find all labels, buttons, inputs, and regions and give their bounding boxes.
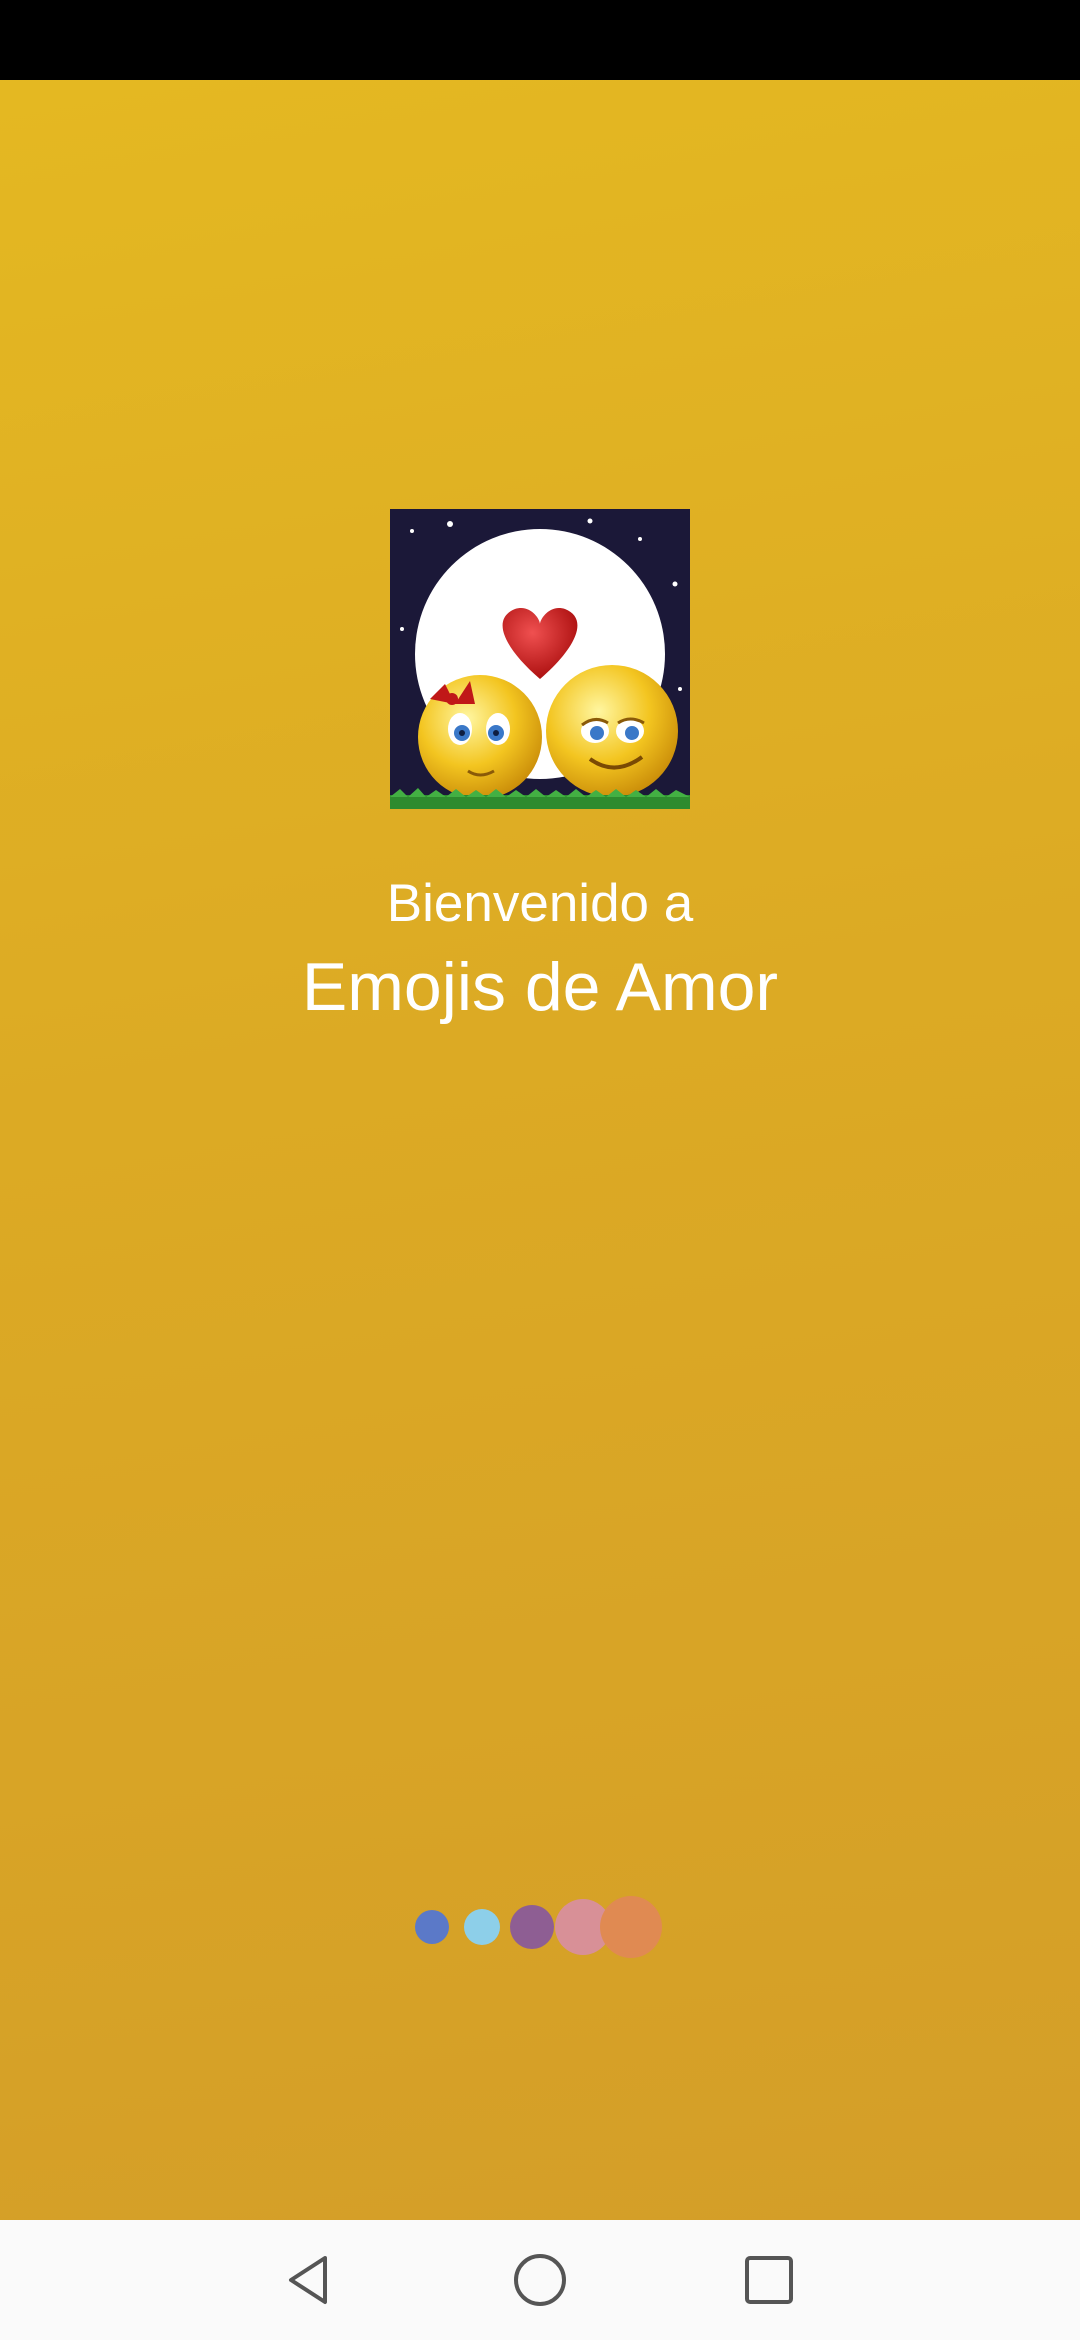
app-name-title: Emojis de Amor: [301, 949, 779, 1025]
splash-screen: Bienvenido a Emojis de Amor: [0, 80, 1080, 2220]
loading-dot-3: [510, 1905, 554, 1949]
loading-dot-2: [464, 1909, 500, 1945]
recents-icon: [745, 2256, 793, 2304]
welcome-text: Bienvenido a: [386, 874, 694, 933]
status-bar: [0, 0, 1080, 80]
loading-dot-5: [600, 1896, 662, 1958]
loading-indicator: [0, 1892, 1080, 1962]
recents-button[interactable]: [729, 2240, 809, 2320]
navigation-bar: [0, 2220, 1080, 2340]
loading-dot-1: [415, 1910, 449, 1944]
app-logo: [390, 509, 690, 809]
home-button[interactable]: [500, 2240, 580, 2320]
screen: Bienvenido a Emojis de Amor: [0, 0, 1080, 2340]
couple-emoji-logo-icon: [390, 509, 690, 809]
back-button[interactable]: [269, 2240, 349, 2320]
home-icon: [514, 2254, 566, 2306]
back-icon: [289, 2256, 327, 2304]
